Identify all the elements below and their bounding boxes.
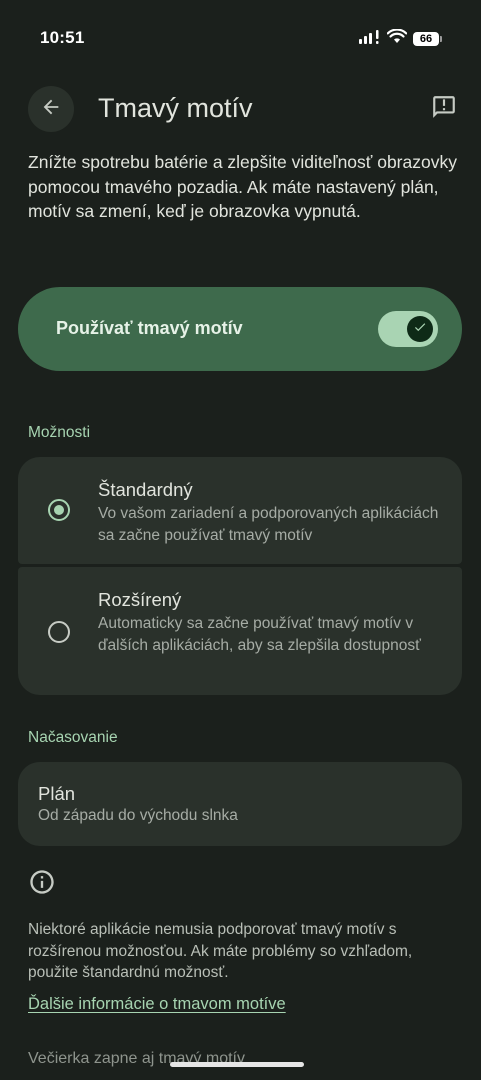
option-extended-title: Rozšírený [98, 589, 182, 610]
wifi-icon [386, 28, 408, 49]
radio-standard[interactable] [48, 499, 70, 521]
dark-theme-toggle-label: Používať tmavý motív [56, 318, 243, 338]
dark-theme-toggle-row[interactable]: Používať tmavý motív [18, 287, 462, 371]
page-title: Tmavý motív [98, 93, 253, 123]
home-indicator[interactable] [170, 1062, 304, 1067]
radio-extended[interactable] [48, 621, 70, 643]
info-icon [28, 868, 56, 896]
learn-more-link[interactable]: Ďalšie informácie o tmavom motíve [28, 995, 286, 1014]
option-standard-description: Vo vašom zariadení a podporovaných aplik… [98, 505, 439, 544]
switch-thumb [407, 316, 433, 342]
option-standard[interactable]: Štandardný Vo vašom zariadení a podporov… [18, 457, 462, 564]
battery-icon: 66 [413, 32, 442, 46]
dark-theme-switch[interactable] [378, 311, 438, 347]
page-description: Znížte spotrebu batérie a zlepšite vidit… [28, 152, 457, 221]
schedule-section-label: Načasovanie [28, 729, 118, 746]
feedback-button[interactable] [421, 86, 467, 132]
schedule-row[interactable]: Plán Od západu do východu slnka [18, 762, 462, 846]
signal-icon [359, 29, 381, 49]
back-button[interactable] [28, 86, 74, 132]
status-bar: 10:51 66 [0, 0, 481, 78]
option-extended-description: Automaticky sa začne používať tmavý motí… [98, 615, 421, 654]
check-icon [413, 320, 427, 339]
schedule-value: Od západu do východu slnka [38, 807, 238, 824]
arrow-back-icon [40, 96, 62, 123]
status-icons: 66 [359, 28, 442, 49]
schedule-title: Plán [38, 783, 76, 804]
feedback-icon [431, 94, 457, 125]
info-text: Niektoré aplikácie nemusia podporovať tm… [28, 921, 413, 981]
options-card: Štandardný Vo vašom zariadení a podporov… [18, 457, 462, 695]
option-extended[interactable]: Rozšírený Automaticky sa začne používať … [18, 567, 462, 695]
options-section-label: Možnosti [28, 424, 91, 441]
option-standard-title: Štandardný [98, 479, 193, 500]
status-time: 10:51 [40, 28, 85, 47]
battery-level: 66 [419, 33, 433, 45]
